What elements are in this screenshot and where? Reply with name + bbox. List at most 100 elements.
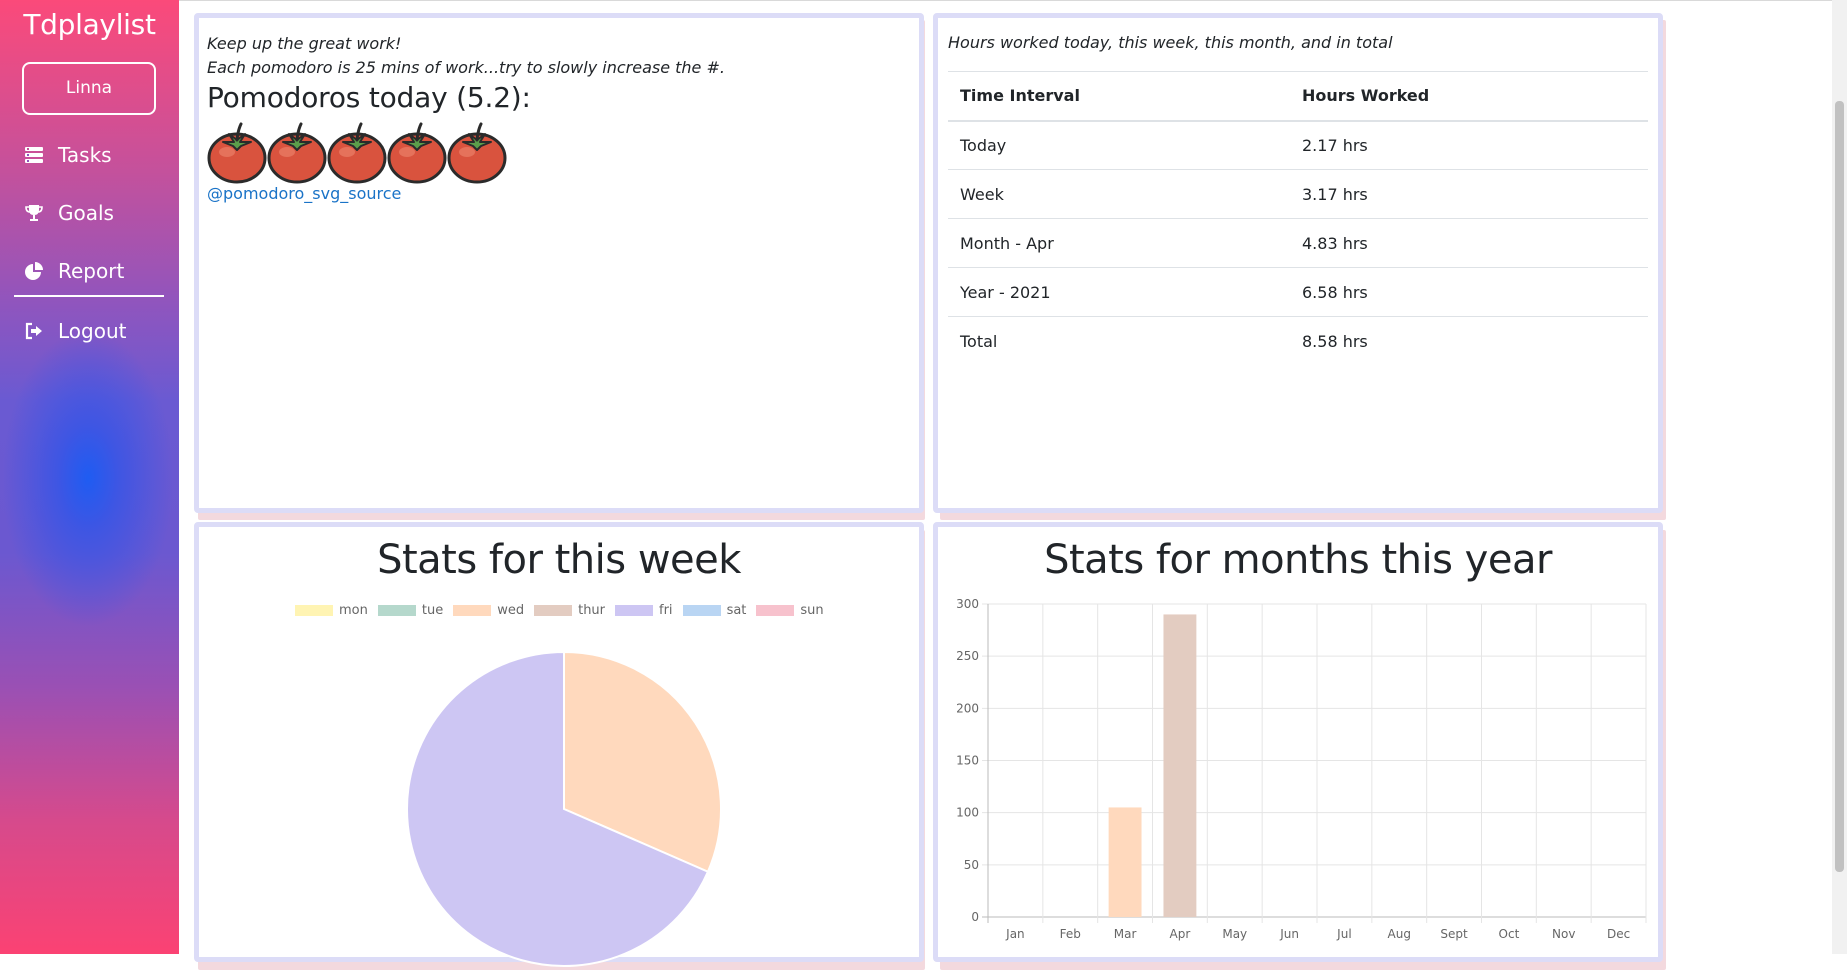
x-tick-label: Sept <box>1440 927 1468 941</box>
nav-label-report: Report <box>58 259 125 283</box>
scrollbar-thumb[interactable] <box>1835 101 1844 872</box>
legend-swatch <box>453 605 492 616</box>
x-tick-label: Nov <box>1552 927 1575 941</box>
legend-swatch <box>615 605 654 616</box>
x-tick-label: Jul <box>1336 927 1351 941</box>
logout-icon <box>24 321 44 341</box>
x-tick-label: Aug <box>1388 927 1411 941</box>
pomodoro-note: Each pomodoro is 25 mins of work...try t… <box>207 58 725 77</box>
week-chart-title: Stats for this week <box>377 537 741 583</box>
table-row: Week 3.17 hrs <box>948 169 1648 219</box>
legend-label: thur <box>578 603 606 618</box>
legend-label: sun <box>800 603 824 618</box>
hours-cell: 2.17 hrs <box>1290 120 1648 170</box>
pomodoro-title: Pomodoros today (5.2): <box>207 81 531 114</box>
tasks-icon <box>24 145 44 165</box>
tomato-icon <box>387 122 447 184</box>
nav-item-logout[interactable]: Logout <box>24 316 126 346</box>
hours-card: Hours worked today, this week, this mont… <box>933 13 1663 513</box>
legend-label: mon <box>339 603 368 618</box>
week-pie-chart <box>406 650 722 967</box>
legend-item[interactable]: tue <box>377 603 444 618</box>
legend-item[interactable]: fri <box>615 603 673 618</box>
active-nav-underline <box>14 295 164 297</box>
hours-cell: 3.17 hrs <box>1290 169 1648 219</box>
tomato-icon <box>327 122 387 184</box>
column-header-hours: Hours Worked <box>1290 71 1648 122</box>
interval-cell: Today <box>948 120 1290 170</box>
y-tick-label: 300 <box>956 597 979 611</box>
interval-cell: Total <box>948 316 1290 366</box>
encouragement-text: Keep up the great work! <box>207 34 402 53</box>
week-chart-card: Stats for this week mon tue wed thur fri sat s… <box>194 522 924 967</box>
nav-label-logout: Logout <box>58 319 127 343</box>
bar-Apr[interactable] <box>1163 614 1197 917</box>
hours-cell: 6.58 hrs <box>1290 267 1648 317</box>
x-tick-label: Oct <box>1499 927 1520 941</box>
x-tick-label: Jun <box>1279 927 1299 941</box>
x-tick-label: Dec <box>1607 927 1630 941</box>
y-tick-label: 200 <box>956 701 979 715</box>
nav-label-goals: Goals <box>58 201 114 225</box>
nav-item-report[interactable]: Report <box>24 256 124 286</box>
hours-cell: 8.58 hrs <box>1290 316 1648 366</box>
legend-item[interactable]: mon <box>295 603 368 618</box>
table-row: Month - Apr 4.83 hrs <box>948 218 1648 268</box>
user-button[interactable]: Linna <box>22 62 156 115</box>
tomato-icon <box>207 122 267 184</box>
month-chart-card: Stats for months this year 0 50 100 150 200 2… <box>933 522 1663 962</box>
svg-credit-link[interactable]: @pomodoro_svg_source <box>207 184 907 203</box>
interval-cell: Week <box>948 169 1290 219</box>
top-divider <box>179 0 1832 1</box>
tomato-icon <box>447 122 507 184</box>
hours-caption: Hours worked today, this week, this mont… <box>948 33 1393 52</box>
y-tick-label: 150 <box>956 754 979 768</box>
nav-item-goals[interactable]: Goals <box>24 198 114 228</box>
y-tick-label: 50 <box>964 858 979 872</box>
legend-item[interactable]: thur <box>534 603 605 618</box>
month-bar-chart: 0 50 100 150 200 250 300 Jan Feb Mar Apr May Jun Jul A… <box>956 597 1647 941</box>
table-header-row: Time Interval Hours Worked <box>948 71 1648 122</box>
table-row: Total 8.58 hrs <box>948 316 1648 366</box>
scrollbar-track[interactable] <box>1832 0 1847 954</box>
tomato-icon <box>267 122 327 184</box>
brand-title[interactable]: Tdplaylist <box>0 8 179 41</box>
trophy-icon <box>24 203 44 223</box>
legend-label: fri <box>659 603 673 618</box>
week-chart-legend: mon tue wed thur fri sat sun <box>295 603 855 618</box>
sidebar: Tdplaylist Linna Tasks Goals Report Logo… <box>0 0 179 954</box>
hours-table: Time Interval Hours Worked Today 2.17 hrs… <box>948 71 1648 366</box>
month-chart-title: Stats for months this year <box>1044 537 1552 583</box>
table-row: Year - 2021 6.58 hrs <box>948 267 1648 317</box>
x-tick-label: Mar <box>1114 927 1137 941</box>
column-header-interval: Time Interval <box>948 71 1290 122</box>
legend-swatch <box>295 605 333 616</box>
y-tick-label: 100 <box>956 806 979 820</box>
interval-cell: Month - Apr <box>948 218 1290 268</box>
table-row: Today 2.17 hrs <box>948 120 1648 170</box>
legend-item[interactable]: sat <box>682 603 747 618</box>
bar-Mar[interactable] <box>1108 807 1142 917</box>
y-tick-label: 250 <box>956 649 979 663</box>
legend-swatch <box>377 605 416 616</box>
tomato-row <box>207 120 907 184</box>
y-tick-label: 0 <box>971 910 979 924</box>
legend-item[interactable]: wed <box>453 603 524 618</box>
pie-chart-icon <box>24 261 44 281</box>
legend-label: wed <box>497 603 525 618</box>
x-tick-label: May <box>1222 927 1247 941</box>
x-tick-label: Apr <box>1170 927 1191 941</box>
legend-swatch <box>682 605 721 616</box>
legend-swatch <box>756 605 795 616</box>
nav-label-tasks: Tasks <box>58 143 112 167</box>
x-tick-label: Feb <box>1060 927 1081 941</box>
x-tick-label: Jan <box>1005 927 1024 941</box>
legend-item[interactable]: sun <box>756 603 824 618</box>
legend-swatch <box>534 605 573 616</box>
legend-label: tue <box>421 603 444 618</box>
interval-cell: Year - 2021 <box>948 267 1290 317</box>
legend-label: sat <box>726 603 747 618</box>
nav-item-tasks[interactable]: Tasks <box>24 140 112 170</box>
hours-cell: 4.83 hrs <box>1290 218 1648 268</box>
pomodoro-card: Keep up the great work! Each pomodoro is… <box>194 13 924 513</box>
